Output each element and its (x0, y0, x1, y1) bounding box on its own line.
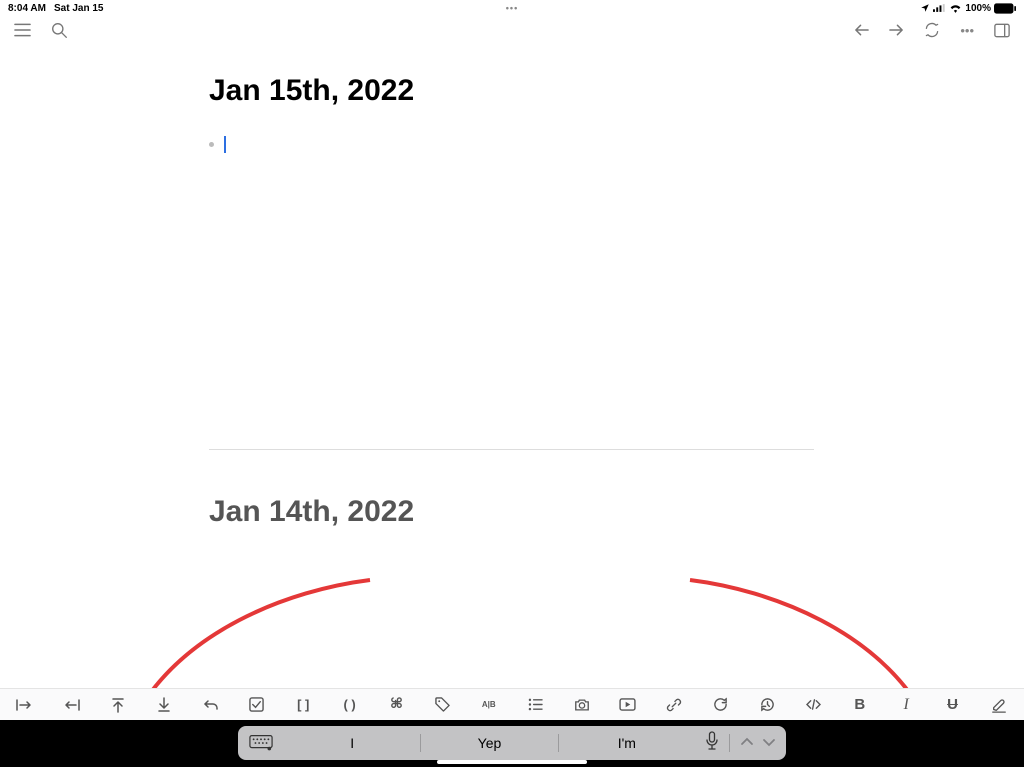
video-play-icon[interactable] (609, 691, 647, 719)
back-arrow-icon[interactable] (854, 23, 869, 37)
indent-right-icon[interactable] (6, 691, 44, 719)
dictation-mic-icon[interactable] (705, 731, 719, 756)
command-icon[interactable] (377, 691, 415, 719)
status-date: Sat Jan 15 (54, 3, 103, 14)
journal-divider (209, 449, 814, 450)
highlighter-icon[interactable] (980, 691, 1018, 719)
wifi-icon (949, 3, 962, 13)
location-icon (920, 3, 930, 13)
indent-left-icon[interactable] (52, 691, 90, 719)
chevron-down-icon[interactable] (762, 734, 776, 752)
chevron-up-icon[interactable] (740, 734, 754, 752)
refresh-icon[interactable] (924, 22, 940, 38)
parentheses-icon[interactable]: ( ) (331, 691, 369, 719)
italic-icon[interactable]: I (887, 691, 925, 719)
search-icon[interactable] (51, 22, 68, 39)
move-up-icon[interactable] (99, 691, 137, 719)
battery-percent: 100% (965, 3, 991, 14)
text-cursor-icon (224, 136, 226, 153)
suggestion-1[interactable]: I (284, 735, 420, 751)
home-indicator[interactable] (437, 760, 587, 764)
todo-checkbox-icon[interactable] (238, 691, 276, 719)
link-icon[interactable] (655, 691, 693, 719)
bold-icon[interactable]: B (841, 691, 879, 719)
ios-status-bar: 8:04 AM Sat Jan 15 ••• 100% (0, 0, 1024, 16)
status-left: 8:04 AM Sat Jan 15 (8, 3, 103, 14)
keyboard-icon[interactable] (238, 734, 284, 752)
undo-icon[interactable] (192, 691, 230, 719)
more-icon[interactable]: ••• (960, 23, 974, 38)
refresh-cw-icon[interactable] (702, 691, 740, 719)
battery-icon (994, 3, 1016, 14)
journal-heading-today: Jan 15th, 2022 (209, 74, 1024, 108)
keyboard-suggestion-bar: I Yep I'm (238, 726, 786, 760)
journal-content: Jan 15th, 2022 Jan 14th, 2022 (0, 44, 1024, 529)
ab-compare-icon[interactable]: A|B (470, 691, 508, 719)
right-sidebar-icon[interactable] (994, 23, 1010, 38)
code-icon[interactable] (794, 691, 832, 719)
camera-icon[interactable] (563, 691, 601, 719)
journal-heading-prev: Jan 14th, 2022 (209, 495, 1024, 529)
status-right: 100% (920, 3, 1016, 14)
bullet-list-icon[interactable] (516, 691, 554, 719)
app-toolbar: ••• (0, 16, 1024, 44)
format-toolbar: [ ] ( ) A|B B I U (0, 688, 1024, 720)
forward-arrow-icon[interactable] (889, 23, 904, 37)
strikethrough-icon[interactable]: U (934, 691, 972, 719)
tag-icon[interactable] (423, 691, 461, 719)
hamburger-menu-icon[interactable] (14, 23, 31, 37)
suggestion-2[interactable]: Yep (421, 735, 557, 751)
separator (729, 734, 730, 752)
brackets-icon[interactable]: [ ] (284, 691, 322, 719)
history-icon[interactable] (748, 691, 786, 719)
move-down-icon[interactable] (145, 691, 183, 719)
multitask-dots-icon[interactable]: ••• (506, 3, 518, 13)
empty-block[interactable] (209, 136, 1024, 153)
cellular-icon (933, 3, 946, 13)
suggestion-3[interactable]: I'm (559, 735, 695, 751)
status-time: 8:04 AM (8, 3, 46, 14)
bullet-dot-icon (209, 142, 214, 147)
